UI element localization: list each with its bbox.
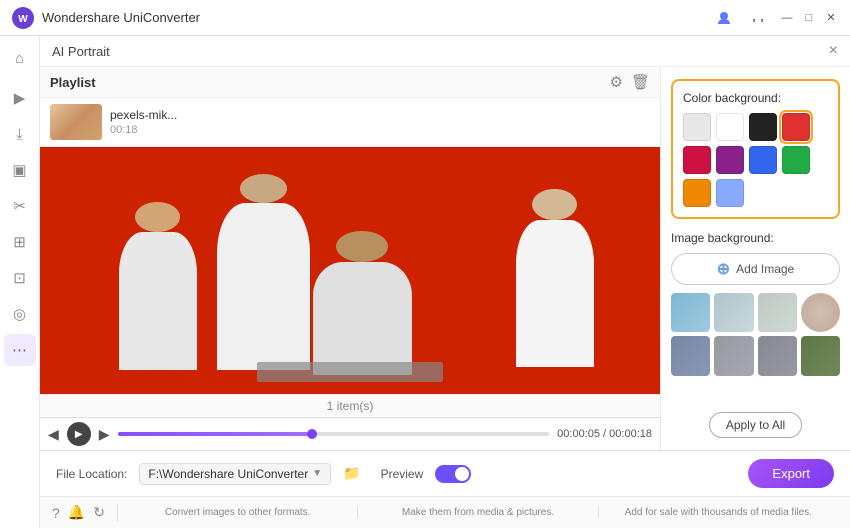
bell-icon[interactable]: 🔔	[68, 504, 85, 521]
video-content	[40, 147, 660, 394]
apply-button-row: Apply to All	[671, 412, 840, 438]
sidebar-item-home[interactable]: ⌂	[4, 42, 36, 74]
path-dropdown-icon[interactable]: ▼	[312, 468, 322, 479]
app-title: Wondershare UniConverter	[42, 10, 710, 25]
panel-close-button[interactable]: ×	[829, 42, 838, 60]
sidebar-item-media[interactable]: ▶	[4, 82, 36, 114]
color-swatch-black[interactable]	[749, 113, 777, 141]
color-swatch-light-blue[interactable]	[716, 179, 744, 207]
color-swatch-orange[interactable]	[683, 179, 711, 207]
help-icon[interactable]: ?	[52, 505, 60, 521]
apply-to-all-button[interactable]: Apply to All	[709, 412, 802, 438]
info-bar: ? 🔔 ↻ Convert images to other formats. M…	[40, 496, 850, 528]
play-button[interactable]: ▶	[67, 422, 91, 446]
info-bar-item-2: Make them from media & pictures.	[358, 507, 598, 518]
playlist-settings-icon[interactable]: ⚙	[610, 73, 623, 91]
info-bar-item-3: Add for sale with thousands of media fil…	[599, 507, 838, 518]
image-thumb-7[interactable]	[758, 336, 797, 375]
playlist-item-name: pexels-mik...	[110, 108, 650, 122]
app-logo: W	[12, 7, 34, 29]
sidebar-item-download[interactable]: ⤓	[4, 118, 36, 150]
image-thumb-6[interactable]	[714, 336, 753, 375]
sidebar-item-cut[interactable]: ✂	[4, 190, 36, 222]
sidebar-item-settings[interactable]: ◎	[4, 298, 36, 330]
preview-toggle[interactable]	[435, 465, 471, 483]
sidebar-item-merge[interactable]: ⊞	[4, 226, 36, 258]
image-thumb-1[interactable]	[671, 293, 710, 332]
sidebar-item-more[interactable]: ⋯	[4, 334, 36, 366]
playlist-title: Playlist	[50, 75, 96, 90]
prev-button[interactable]: ◀	[48, 426, 59, 443]
sidebar-item-screen[interactable]: ▣	[4, 154, 36, 186]
image-thumb-4[interactable]	[801, 293, 840, 332]
color-background-label: Color background:	[683, 91, 828, 105]
playlist-actions: ⚙ 🗑	[610, 73, 651, 91]
image-background-label: Image background:	[671, 231, 840, 245]
video-area	[40, 147, 660, 394]
export-button[interactable]: Export	[748, 459, 834, 488]
folder-icon[interactable]: 📁	[343, 465, 360, 482]
bottom-bar: File Location: F:\Wondershare UniConvert…	[40, 450, 850, 496]
add-icon: ⊕	[717, 259, 730, 279]
video-time: 00:00:05 / 00:00:18	[557, 428, 652, 440]
user-icon[interactable]	[710, 4, 738, 32]
refresh-icon[interactable]: ↻	[93, 504, 105, 521]
window-controls: — □ ✕	[710, 4, 838, 32]
left-panel: Playlist ⚙ 🗑 pexels-mik... 00:18	[40, 67, 660, 450]
file-location-label: File Location:	[56, 467, 127, 481]
file-path-text: F:\Wondershare UniConverter	[148, 467, 308, 481]
progress-bar[interactable]	[118, 432, 550, 436]
playlist-thumbnail	[50, 104, 102, 140]
items-count: 1 item(s)	[40, 394, 660, 417]
headset-icon[interactable]	[744, 4, 772, 32]
color-swatch-crimson[interactable]	[683, 146, 711, 174]
color-swatch-light-gray[interactable]	[683, 113, 711, 141]
sidebar: ⌂ ▶ ⤓ ▣ ✂ ⊞ ⊡ ◎ ⋯	[0, 36, 40, 528]
playlist-delete-icon[interactable]: 🗑	[631, 73, 650, 91]
toggle-knob	[455, 467, 469, 481]
image-thumbnail-grid	[671, 293, 840, 376]
image-thumb-2[interactable]	[714, 293, 753, 332]
image-thumb-5[interactable]	[671, 336, 710, 375]
content-area: AI Portrait × Playlist ⚙ 🗑	[40, 36, 850, 528]
add-image-button[interactable]: ⊕ Add Image	[671, 253, 840, 285]
close-button[interactable]: ✕	[824, 11, 838, 25]
color-swatch-blue[interactable]	[749, 146, 777, 174]
panel-body: Playlist ⚙ 🗑 pexels-mik... 00:18	[40, 67, 850, 450]
image-background-section: Image background: ⊕ Add Image	[671, 231, 840, 376]
video-controls: ◀ ▶ ▶ 00:00:05 / 00:00:18	[40, 417, 660, 450]
svg-text:W: W	[18, 14, 28, 25]
playlist-item[interactable]: pexels-mik... 00:18	[40, 98, 660, 147]
color-swatch-purple[interactable]	[716, 146, 744, 174]
sidebar-item-compress[interactable]: ⊡	[4, 262, 36, 294]
panel-header: AI Portrait ×	[40, 36, 850, 67]
color-swatch-grid	[683, 113, 828, 207]
preview-label: Preview	[381, 467, 424, 481]
color-swatch-green[interactable]	[782, 146, 810, 174]
color-swatch-white[interactable]	[716, 113, 744, 141]
image-thumb-8[interactable]	[801, 336, 840, 375]
playlist-item-info: pexels-mik... 00:18	[110, 108, 650, 136]
info-bar-item-1: Convert images to other formats.	[118, 507, 358, 518]
minimize-button[interactable]: —	[780, 11, 794, 25]
playlist-header: Playlist ⚙ 🗑	[40, 67, 660, 98]
image-thumb-3[interactable]	[758, 293, 797, 332]
progress-fill	[118, 432, 312, 436]
color-background-section: Color background:	[671, 79, 840, 219]
main-layout: ⌂ ▶ ⤓ ▣ ✂ ⊞ ⊡ ◎ ⋯ AI Portrait × Playlist…	[0, 36, 850, 528]
playlist-item-duration: 00:18	[110, 124, 650, 136]
maximize-button[interactable]: □	[802, 11, 816, 25]
next-button[interactable]: ▶	[99, 426, 110, 443]
color-swatch-red[interactable]	[782, 113, 810, 141]
title-bar: W Wondershare UniConverter — □ ✕	[0, 0, 850, 36]
file-location-path[interactable]: F:\Wondershare UniConverter ▼	[139, 463, 331, 485]
add-image-label: Add Image	[736, 262, 794, 276]
panel-title: AI Portrait	[52, 44, 110, 59]
right-panel: Color background:	[660, 67, 850, 450]
progress-thumb	[307, 429, 317, 439]
